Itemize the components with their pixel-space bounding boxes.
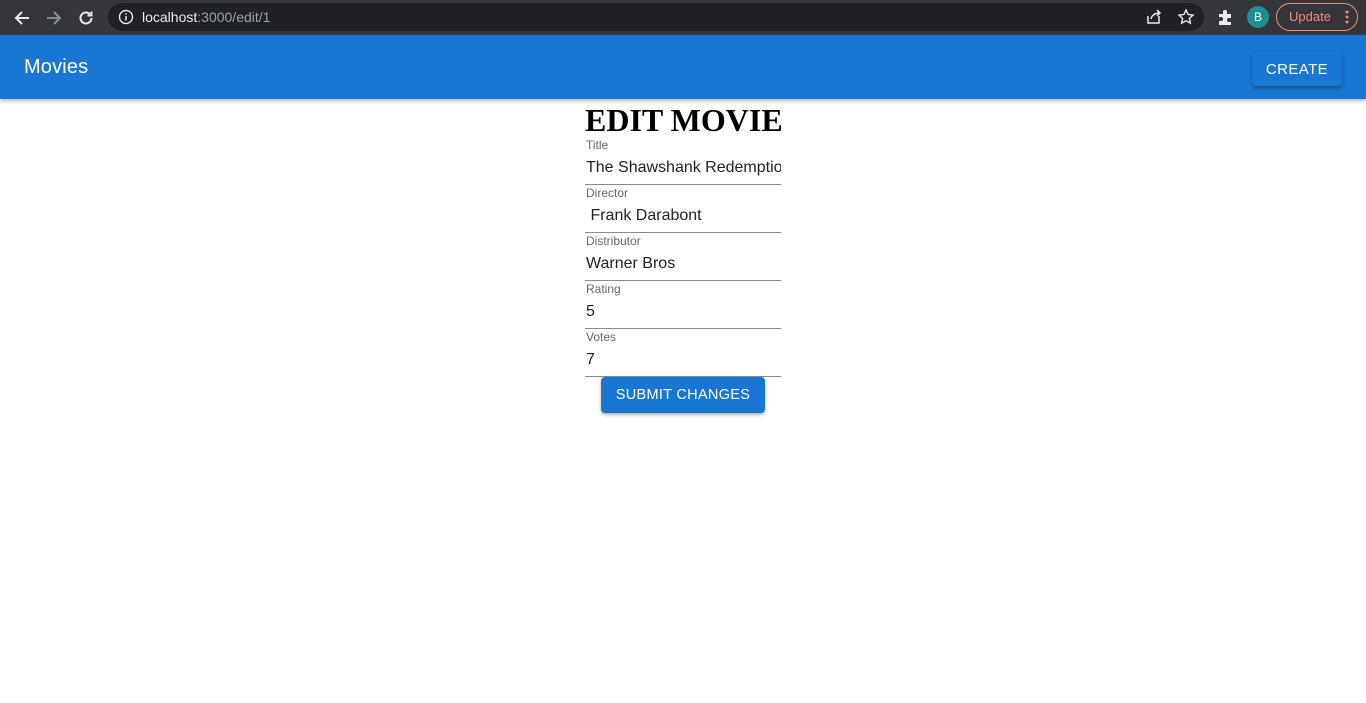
title-input[interactable] bbox=[585, 152, 781, 185]
share-icon[interactable] bbox=[1145, 8, 1163, 26]
rating-label: Rating bbox=[586, 282, 621, 296]
url-text: localhost:3000/edit/1 bbox=[142, 9, 270, 25]
address-bar[interactable]: localhost:3000/edit/1 bbox=[108, 3, 1204, 31]
url-host: localhost bbox=[142, 9, 198, 25]
update-button[interactable]: Update bbox=[1276, 3, 1358, 31]
url-path: :3000/edit/1 bbox=[197, 9, 271, 25]
update-label: Update bbox=[1289, 9, 1331, 24]
create-button[interactable]: CREATE bbox=[1252, 52, 1342, 86]
rating-input[interactable] bbox=[585, 296, 781, 329]
votes-field: Votes bbox=[585, 330, 781, 378]
votes-input[interactable] bbox=[585, 344, 781, 377]
page-title: EDIT MOVIE bbox=[585, 102, 781, 138]
distributor-field: Distributor bbox=[585, 234, 781, 282]
distributor-input[interactable] bbox=[585, 248, 781, 281]
edit-movie-form: EDIT MOVIE Title Director Distributor Ra… bbox=[585, 100, 781, 413]
profile-avatar[interactable]: B bbox=[1247, 6, 1269, 28]
votes-label: Votes bbox=[586, 330, 617, 344]
browser-toolbar: localhost:3000/edit/1 B Update bbox=[0, 0, 1366, 35]
back-button[interactable] bbox=[9, 5, 35, 31]
title-label: Title bbox=[586, 138, 609, 152]
info-icon[interactable] bbox=[118, 9, 134, 25]
app-bar: Movies CREATE bbox=[0, 35, 1366, 99]
rating-field: Rating bbox=[585, 282, 781, 330]
more-vert-icon bbox=[1345, 10, 1349, 24]
director-label: Director bbox=[586, 186, 629, 200]
director-field: Director bbox=[585, 186, 781, 234]
extensions-icon[interactable] bbox=[1216, 8, 1234, 26]
title-field: Title bbox=[585, 138, 781, 186]
arrow-left-icon bbox=[14, 11, 29, 25]
distributor-label: Distributor bbox=[586, 234, 641, 248]
app-title: Movies bbox=[24, 56, 89, 78]
submit-changes-button[interactable]: SUBMIT CHANGES bbox=[601, 377, 765, 413]
director-input[interactable] bbox=[585, 200, 781, 233]
bookmark-star-icon[interactable] bbox=[1177, 8, 1195, 26]
reload-icon bbox=[79, 11, 93, 25]
forward-button[interactable] bbox=[41, 5, 67, 31]
arrow-right-icon bbox=[47, 11, 62, 25]
reload-button[interactable] bbox=[73, 5, 99, 31]
